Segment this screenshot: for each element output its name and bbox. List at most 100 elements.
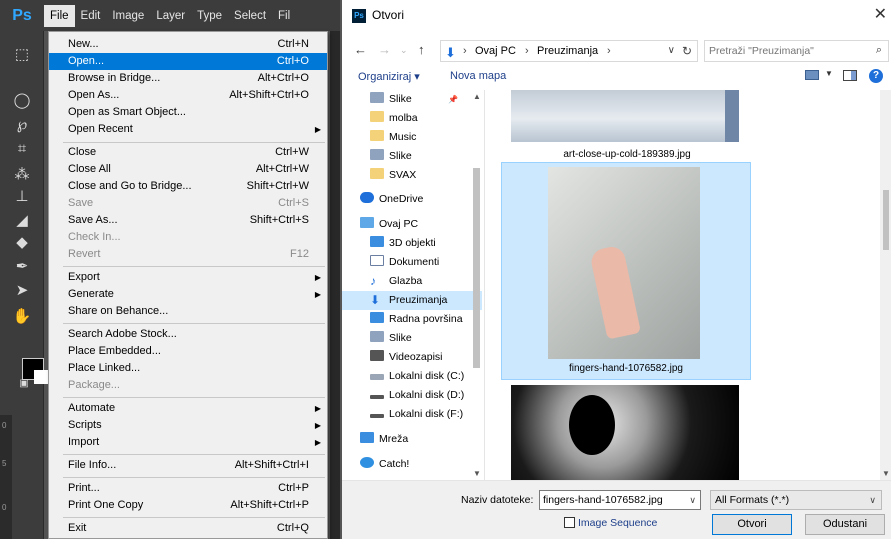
file-scrollbar-thumb[interactable] <box>883 190 889 250</box>
menu-item-share-behance[interactable]: Share on Behance... <box>49 303 327 320</box>
nav-item-slike[interactable]: Slike 📌 <box>370 90 482 109</box>
checkbox-box[interactable] <box>564 517 575 528</box>
nav-item-radna-povrsina[interactable]: Radna površina <box>370 310 482 329</box>
address-dropdown-icon[interactable]: ∨ <box>668 41 675 61</box>
blur-tool-icon[interactable]: ◆ <box>8 233 36 253</box>
file-format-select[interactable]: All Formats (*.*) ∨ <box>710 490 882 510</box>
menu-separator <box>63 517 325 518</box>
menu-item-export[interactable]: Export ▶ <box>49 269 327 286</box>
quick-select-tool-icon[interactable]: ℘ <box>8 115 36 135</box>
view-mode-icon[interactable] <box>805 70 819 80</box>
menu-item-search-stock[interactable]: Search Adobe Stock... <box>49 326 327 343</box>
nav-item-music[interactable]: Music <box>370 128 482 147</box>
view-dropdown-icon[interactable]: ▼ <box>825 69 833 78</box>
lasso-tool-icon[interactable]: ◯ <box>8 91 36 111</box>
file-scrollbar[interactable]: ▼ <box>880 90 891 480</box>
menu-item-file-info[interactable]: File Info... Alt+Shift+Ctrl+I <box>49 457 327 474</box>
nav-item-slike-3[interactable]: Slike <box>370 329 482 348</box>
menu-item-close[interactable]: Close Ctrl+W <box>49 144 327 161</box>
menu-item-close-all[interactable]: Close All Alt+Ctrl+W <box>49 161 327 178</box>
recent-locations-chevron-icon[interactable]: ⌄ <box>400 45 408 56</box>
forward-arrow-icon[interactable]: → <box>378 42 391 57</box>
menu-item-automate[interactable]: Automate ▶ <box>49 400 327 417</box>
menu-type[interactable]: Type <box>191 5 228 27</box>
menu-item-generate[interactable]: Generate ▶ <box>49 286 327 303</box>
nav-scrollbar[interactable]: ▲ ▼ <box>471 90 482 480</box>
menu-item-import[interactable]: Import ▶ <box>49 434 327 451</box>
eyedropper-tool-icon[interactable]: ⁂ <box>8 165 36 185</box>
refresh-icon[interactable]: ↻ <box>682 41 692 61</box>
close-icon[interactable]: ✕ <box>874 4 887 24</box>
scroll-up-icon[interactable]: ▲ <box>473 92 481 101</box>
menu-layer[interactable]: Layer <box>150 5 191 27</box>
nav-item-catch[interactable]: Catch! <box>360 455 472 474</box>
back-arrow-icon[interactable]: ← <box>354 42 367 57</box>
preview-pane-icon[interactable] <box>843 70 857 81</box>
menu-item-exit[interactable]: Exit Ctrl+Q <box>49 520 327 537</box>
search-input[interactable] <box>709 43 859 59</box>
nav-item-videozapisi[interactable]: Videozapisi <box>370 348 482 367</box>
nav-item-molba[interactable]: molba <box>370 109 482 128</box>
nav-item-onedrive[interactable]: OneDrive <box>360 190 472 209</box>
menu-item-open-recent[interactable]: Open Recent ▶ <box>49 121 327 138</box>
menu-item-open-smart-object[interactable]: Open as Smart Object... <box>49 104 327 121</box>
nav-scrollbar-thumb[interactable] <box>473 168 480 368</box>
hand-tool-icon[interactable]: ✋ <box>8 307 36 327</box>
open-button[interactable]: Otvori <box>712 514 792 535</box>
nav-item-disk-d[interactable]: Lokalni disk (D:) <box>370 386 482 405</box>
nav-item-glazba[interactable]: ♪ Glazba <box>370 272 482 291</box>
menu-image[interactable]: Image <box>106 5 150 27</box>
file-label-art-close-up[interactable]: art-close-up-cold-189389.jpg <box>507 149 747 160</box>
help-icon[interactable]: ? <box>869 69 883 83</box>
cancel-button[interactable]: Odustani <box>805 514 885 535</box>
path-select-tool-icon[interactable]: ➤ <box>8 281 36 301</box>
menu-item-scripts[interactable]: Scripts ▶ <box>49 417 327 434</box>
breadcrumb-preuzimanja[interactable]: Preuzimanja <box>537 41 598 61</box>
nav-item-mreza[interactable]: Mreža <box>360 430 472 449</box>
menu-item-save-as[interactable]: Save As... Shift+Ctrl+S <box>49 212 327 229</box>
chevron-down-icon[interactable]: ∨ <box>689 491 696 509</box>
nav-item-svax[interactable]: SVAX <box>370 166 482 185</box>
nav-item-disk-c[interactable]: Lokalni disk (C:) <box>370 367 482 386</box>
submenu-arrow-icon: ▶ <box>314 404 321 413</box>
menu-item-open-as[interactable]: Open As... Alt+Shift+Ctrl+O <box>49 87 327 104</box>
crop-tool-icon[interactable]: ⌗ <box>8 139 36 159</box>
address-bar[interactable]: ⬇ › Ovaj PC › Preuzimanja › ∨ ↻ <box>440 40 698 62</box>
selected-file-highlight[interactable]: fingers-hand-1076582.jpg <box>501 162 751 380</box>
menu-edit[interactable]: Edit <box>75 5 107 27</box>
nav-item-slike-2[interactable]: Slike <box>370 147 482 166</box>
quick-mask-icon[interactable]: ▣ <box>10 374 38 394</box>
menu-item-open[interactable]: Open... Ctrl+O <box>49 53 327 70</box>
menu-item-place-embedded[interactable]: Place Embedded... <box>49 343 327 360</box>
menu-item-print[interactable]: Print... Ctrl+P <box>49 480 327 497</box>
image-sequence-checkbox[interactable]: Image Sequence <box>564 517 657 529</box>
scroll-down-icon[interactable]: ▼ <box>473 469 481 478</box>
nav-item-dokumenti[interactable]: Dokumenti <box>370 253 482 272</box>
nav-item-3d-objekti[interactable]: 3D objekti <box>370 234 482 253</box>
scroll-down-icon[interactable]: ▼ <box>882 469 890 478</box>
menu-select[interactable]: Select <box>228 5 272 27</box>
thumbnail-art-close-up[interactable] <box>511 90 739 142</box>
filename-input[interactable]: fingers-hand-1076582.jpg ∨ <box>539 490 701 510</box>
menu-item-close-go-bridge[interactable]: Close and Go to Bridge... Shift+Ctrl+W <box>49 178 327 195</box>
stamp-tool-icon[interactable]: ⊥ <box>8 187 36 207</box>
new-folder-button[interactable]: Nova mapa <box>450 70 506 82</box>
photoshop-app-icon: Ps <box>352 9 366 23</box>
nav-item-preuzimanja[interactable]: ⬇ Preuzimanja <box>342 291 482 310</box>
artboard-tool-icon[interactable]: ⬚ <box>8 45 36 65</box>
eraser-tool-icon[interactable]: ◢ <box>8 211 36 231</box>
up-arrow-icon[interactable]: ↑ <box>418 42 425 57</box>
breadcrumb-ovaj-pc[interactable]: Ovaj PC <box>475 41 516 61</box>
menu-filter[interactable]: Fil <box>272 5 296 27</box>
menu-item-print-one-copy[interactable]: Print One Copy Alt+Shift+Ctrl+P <box>49 497 327 514</box>
search-icon[interactable]: ⌕ <box>876 44 882 57</box>
menu-item-browse-bridge[interactable]: Browse in Bridge... Alt+Ctrl+O <box>49 70 327 87</box>
pen-tool-icon[interactable]: ✒ <box>8 257 36 277</box>
nav-item-ovaj-pc[interactable]: Ovaj PC <box>360 215 472 234</box>
thumbnail-dark-hand[interactable] <box>511 385 739 480</box>
nav-item-disk-f[interactable]: Lokalni disk (F:) <box>370 405 482 424</box>
menu-file[interactable]: File <box>44 4 75 27</box>
menu-item-place-linked[interactable]: Place Linked... <box>49 360 327 377</box>
menu-item-new[interactable]: New... Ctrl+N <box>49 36 327 53</box>
organize-button[interactable]: Organiziraj ▾ <box>358 70 420 83</box>
